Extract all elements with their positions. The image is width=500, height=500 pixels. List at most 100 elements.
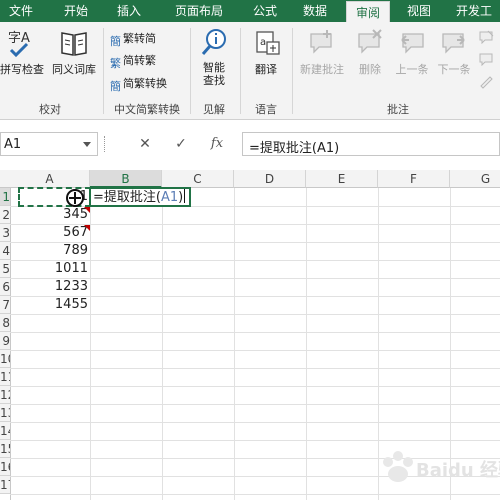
tab-page-layout[interactable]: 页面布局: [160, 0, 238, 22]
new-comment-label: 新建批注: [300, 63, 344, 76]
row-header-14[interactable]: 14: [0, 422, 10, 440]
ribbon: 字A 拼写检查 同义词库 校对 簡繁转简 繁简转繁 簡简繁转换 中文简繁转换 智…: [0, 22, 500, 120]
trad-to-simp-button[interactable]: 簡繁转简: [110, 30, 156, 48]
move-cursor-icon: [66, 189, 84, 207]
enter-icon[interactable]: ✓: [166, 132, 196, 156]
group-separator: [103, 28, 104, 114]
next-comment-icon: [442, 33, 465, 54]
spell-check-button[interactable]: 字A 拼写检查: [0, 28, 44, 77]
tab-review[interactable]: 审阅: [346, 1, 390, 22]
cancel-icon[interactable]: ✕: [130, 132, 160, 156]
gridline: [10, 422, 500, 423]
row-header-13[interactable]: 13: [0, 404, 10, 422]
column-header-b[interactable]: B: [90, 170, 162, 188]
next-comment-button[interactable]: 下一条: [434, 28, 474, 77]
formula-bar-area: A1 ✕ ✓ fx =提取批注(A1): [0, 120, 500, 170]
gridline: [10, 368, 500, 369]
gridline: [234, 188, 235, 500]
cell-b1-editor[interactable]: =提取批注(A1): [89, 187, 191, 207]
chevron-down-icon[interactable]: [83, 142, 91, 147]
translate-button[interactable]: a 翻译: [248, 28, 284, 77]
tab-view[interactable]: 视图: [398, 0, 440, 22]
row-header-8[interactable]: 8: [0, 314, 10, 332]
insert-function-icon[interactable]: fx: [202, 132, 232, 156]
row-header-12[interactable]: 12: [0, 386, 10, 404]
row-header-16[interactable]: 16: [0, 458, 10, 476]
worksheet-grid[interactable]: A B C D E F G 1 2 3 4 5 6 7 8 9 10 11 12…: [0, 170, 500, 500]
previous-comment-icon: [401, 33, 424, 54]
thesaurus-button[interactable]: 同义词库: [48, 28, 100, 77]
tab-formulas[interactable]: 公式: [245, 0, 285, 22]
cell-a6[interactable]: 1233: [10, 278, 90, 296]
column-header-a[interactable]: A: [10, 170, 90, 188]
group-separator: [190, 28, 191, 114]
tab-file[interactable]: 文件: [0, 0, 42, 22]
show-all-comments-button[interactable]: [478, 52, 494, 70]
translate-label: 翻译: [255, 63, 277, 76]
tab-data[interactable]: 数据: [295, 0, 335, 22]
gridline: [162, 188, 163, 500]
row-header-15[interactable]: 15: [0, 440, 10, 458]
formula-text: =提取批注(A1): [249, 141, 340, 156]
chinese-conversion-button[interactable]: 簡简繁转换: [110, 75, 167, 93]
formula-suffix: ): [178, 190, 184, 205]
simp-to-trad-label: 简转繁: [123, 54, 156, 67]
cell-a3[interactable]: 567: [10, 224, 90, 242]
gridline: [306, 188, 307, 500]
smart-lookup-label-2: 查找: [203, 74, 225, 87]
tab-insert[interactable]: 插入: [108, 0, 150, 22]
chinese-conversion-label: 简繁转换: [123, 77, 167, 90]
smart-lookup-button[interactable]: 智能 查找: [196, 28, 232, 87]
previous-comment-button[interactable]: 上一条: [392, 28, 432, 77]
previous-comment-label: 上一条: [395, 63, 429, 76]
cell-a5[interactable]: 1011: [10, 260, 90, 278]
cell-a4[interactable]: 789: [10, 242, 90, 260]
show-hide-comment-button[interactable]: [478, 30, 494, 48]
simp-to-trad-button[interactable]: 繁简转繁: [110, 52, 156, 70]
column-header-c[interactable]: C: [162, 170, 234, 188]
row-header-4[interactable]: 4: [0, 242, 10, 260]
show-ink-icon: [480, 76, 493, 89]
row-header-9[interactable]: 9: [0, 332, 10, 350]
row-header-11[interactable]: 11: [0, 368, 10, 386]
cell-a2[interactable]: 345: [10, 206, 90, 224]
comment-indicator[interactable]: [84, 225, 90, 231]
proofing-group-label: 校对: [39, 103, 61, 116]
row-header-7[interactable]: 7: [0, 296, 10, 314]
group-separator: [240, 28, 241, 114]
thesaurus-label: 同义词库: [52, 63, 96, 76]
spell-check-icon: 字A: [8, 31, 30, 58]
cell-a7[interactable]: 1455: [10, 296, 90, 314]
row-header-10[interactable]: 10: [0, 350, 10, 368]
resize-handle[interactable]: [104, 136, 107, 152]
smart-lookup-icon: [201, 29, 226, 55]
gridline: [10, 314, 500, 315]
column-header-d[interactable]: D: [234, 170, 306, 188]
new-comment-button[interactable]: 新建批注: [296, 28, 348, 77]
group-separator: [292, 28, 293, 114]
row-header-1[interactable]: 1: [0, 188, 10, 206]
tab-home[interactable]: 开始: [56, 0, 96, 22]
show-all-comments-icon: [479, 53, 493, 67]
formula-input[interactable]: =提取批注(A1): [242, 132, 500, 156]
show-ink-button[interactable]: [478, 75, 494, 93]
row-header-3[interactable]: 3: [0, 224, 10, 242]
row-header-6[interactable]: 6: [0, 278, 10, 296]
comments-group-label: 批注: [387, 103, 409, 116]
gridline: [10, 440, 500, 441]
row-header-17[interactable]: 17: [0, 476, 10, 494]
gridline: [10, 386, 500, 387]
column-header-g[interactable]: G: [450, 170, 500, 188]
name-box-value: A1: [4, 137, 22, 152]
delete-comment-button[interactable]: 删除: [352, 28, 388, 77]
column-header-f[interactable]: F: [378, 170, 450, 188]
watermark-text: Baidu 经验: [416, 459, 500, 481]
tab-developer[interactable]: 开发工: [450, 0, 500, 22]
column-header-e[interactable]: E: [306, 170, 378, 188]
trad-to-simp-icon: 簡: [110, 35, 121, 48]
row-header-5[interactable]: 5: [0, 260, 10, 278]
name-box[interactable]: A1: [0, 132, 98, 156]
select-all-corner[interactable]: [0, 170, 10, 188]
row-header-2[interactable]: 2: [0, 206, 10, 224]
simp-to-trad-icon: 繁: [110, 57, 121, 70]
